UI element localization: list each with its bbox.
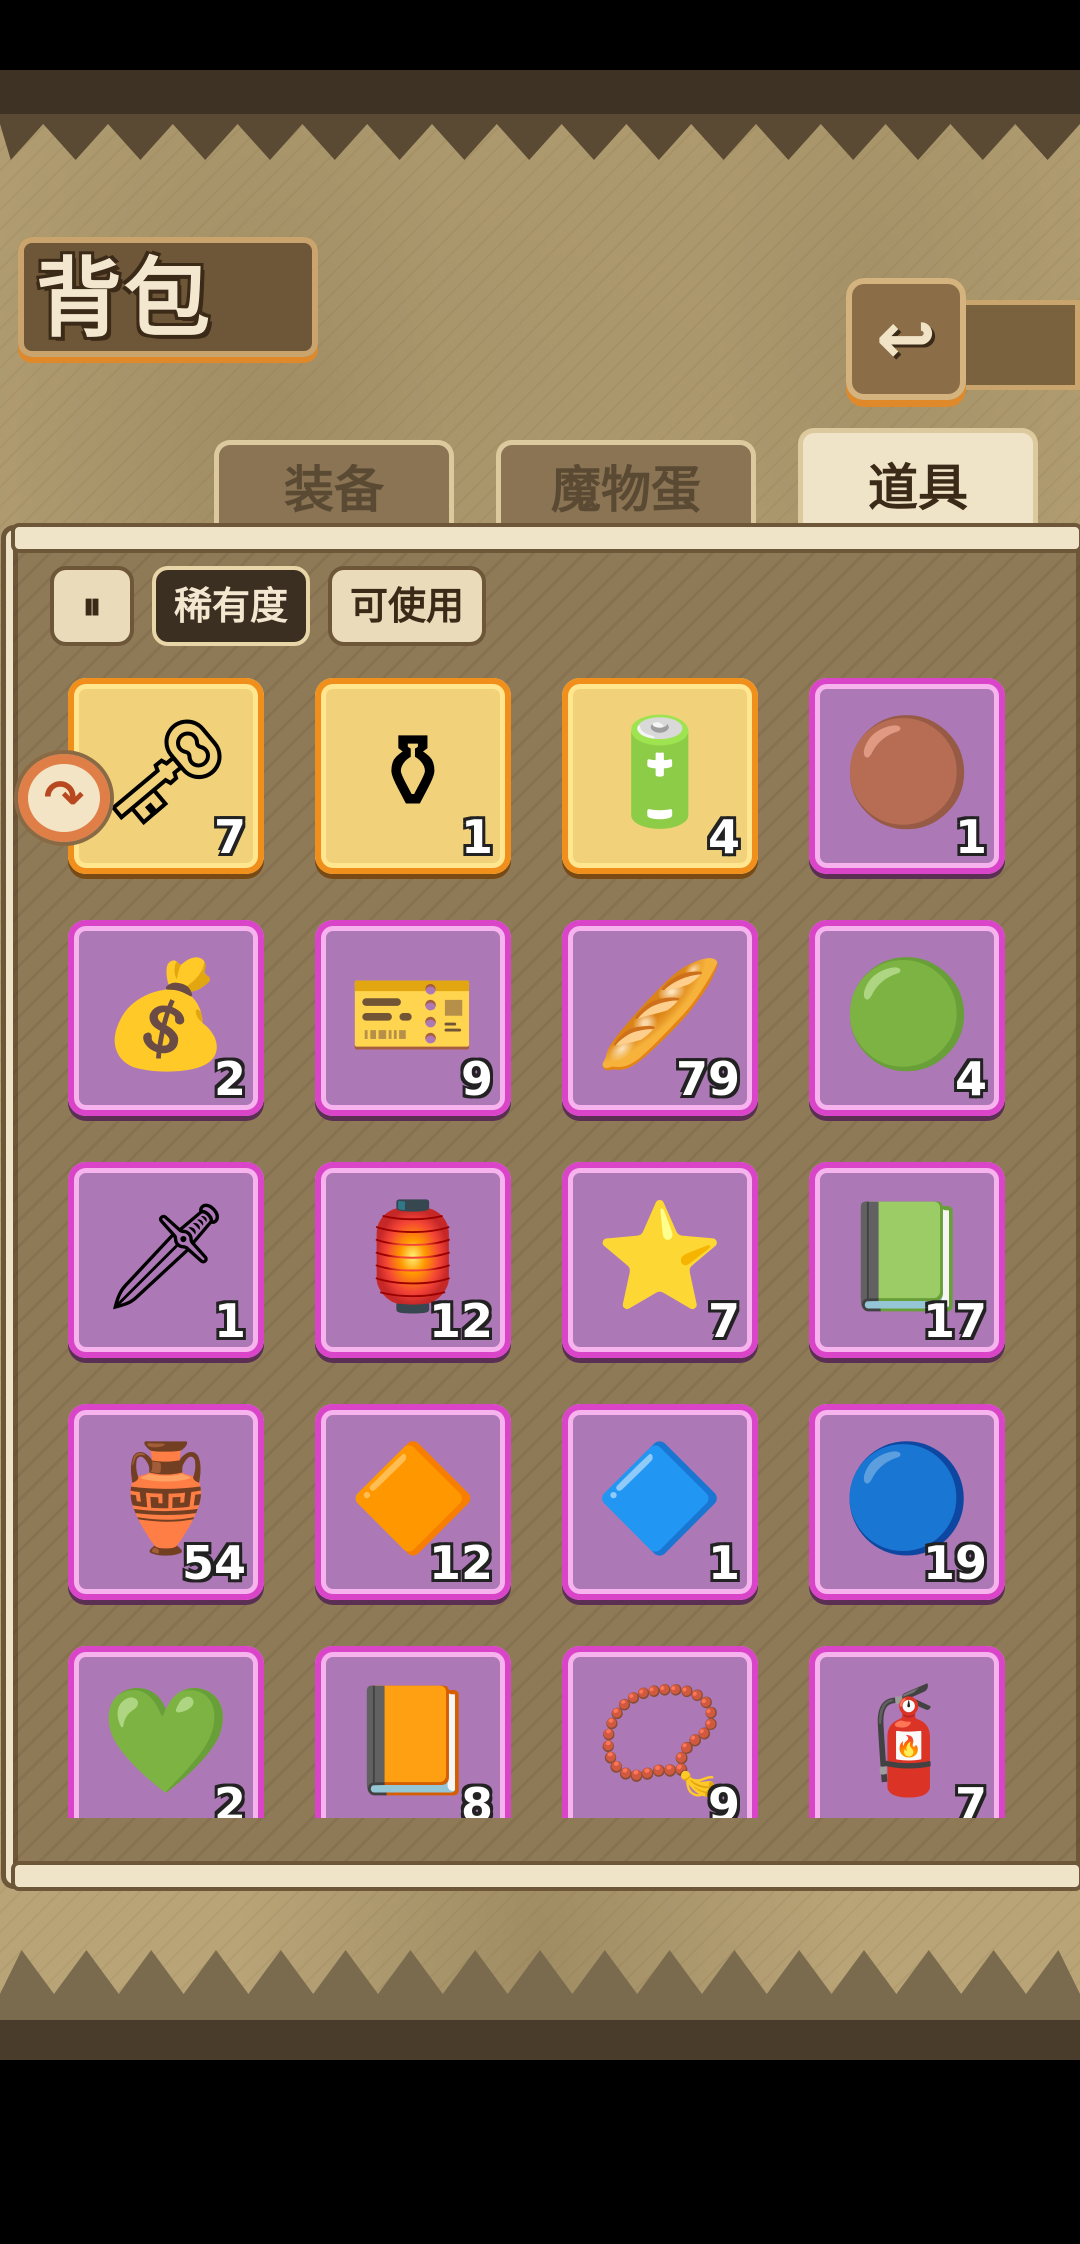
- item-grid: 🗝 7 ⚱ 1 🔋 4 🟤 1 💰 2 🎫 9 🥖 79 🟢 4 🗡 1 🏮 12 ⭐ 7 📗 17 🏺 54 🔶 12 🔷 1 🔵 19 💚 2…: [68, 678, 1012, 1818]
- item-count: 7: [213, 810, 246, 864]
- item-count: 8: [460, 1778, 493, 1818]
- usable-filter-button[interactable]: 可使用: [328, 566, 486, 646]
- tab-monster-eggs[interactable]: 魔物蛋: [496, 440, 756, 533]
- item-slot[interactable]: 📗 17: [809, 1162, 1005, 1358]
- item-count: 54: [181, 1536, 246, 1590]
- item-slot[interactable]: 🏺 54: [68, 1404, 264, 1600]
- item-count: 1: [213, 1294, 246, 1348]
- item-count: 9: [707, 1778, 740, 1818]
- item-slot[interactable]: 🎫 9: [315, 920, 511, 1116]
- item-slot[interactable]: 🟢 4: [809, 920, 1005, 1116]
- tab-items-label: 道具: [868, 458, 968, 517]
- sort-toggle-button[interactable]: ⏸: [50, 566, 134, 646]
- item-count: 12: [428, 1536, 493, 1590]
- item-slot[interactable]: 🟤 1: [809, 678, 1005, 874]
- item-slot[interactable]: 🔷 1: [562, 1404, 758, 1600]
- item-count: 19: [922, 1536, 987, 1590]
- item-slot[interactable]: 🔵 19: [809, 1404, 1005, 1600]
- top-border-strip: [0, 70, 1080, 114]
- item-count: 7: [707, 1294, 740, 1348]
- item-count: 17: [922, 1294, 987, 1348]
- item-count: 2: [213, 1778, 246, 1818]
- item-slot[interactable]: 🏮 12: [315, 1162, 511, 1358]
- page-title: 背包: [36, 248, 212, 349]
- item-count: 1: [460, 810, 493, 864]
- item-slot[interactable]: 🧯 7: [809, 1646, 1005, 1818]
- back-button-rail: [960, 300, 1080, 390]
- tab-equipment-label: 装备: [284, 460, 384, 519]
- panel-rail-bottom: [11, 1861, 1080, 1891]
- item-count: 2: [213, 1052, 246, 1106]
- side-drawer-handle[interactable]: ↷: [14, 750, 114, 846]
- bottom-border-strip: [0, 2020, 1080, 2060]
- item-slot[interactable]: 🔋 4: [562, 678, 758, 874]
- rarity-filter-button[interactable]: 稀有度: [152, 566, 310, 646]
- item-count: 4: [707, 810, 740, 864]
- tab-monster-eggs-label: 魔物蛋: [551, 460, 701, 519]
- rotate-arrow-icon: ↷: [43, 770, 85, 826]
- item-slot[interactable]: 📙 8: [315, 1646, 511, 1818]
- item-slot[interactable]: 💚 2: [68, 1646, 264, 1818]
- panel-rail-top: [11, 523, 1080, 553]
- item-slot[interactable]: ⚱ 1: [315, 678, 511, 874]
- item-count: 7: [954, 1778, 987, 1818]
- item-count: 12: [428, 1294, 493, 1348]
- back-button[interactable]: ↩: [846, 278, 966, 400]
- item-slot[interactable]: 🗡 1: [68, 1162, 264, 1358]
- item-count: 4: [954, 1052, 987, 1106]
- item-slot[interactable]: ⭐ 7: [562, 1162, 758, 1358]
- item-slot[interactable]: 🔶 12: [315, 1404, 511, 1600]
- sort-icon: ⏸: [82, 584, 102, 628]
- item-count: 9: [460, 1052, 493, 1106]
- item-count: 1: [954, 810, 987, 864]
- rarity-filter-label: 稀有度: [173, 584, 288, 628]
- item-slot[interactable]: 📿 9: [562, 1646, 758, 1818]
- item-count: 79: [675, 1052, 740, 1106]
- tab-equipment[interactable]: 装备: [214, 440, 454, 533]
- usable-filter-label: 可使用: [349, 584, 464, 628]
- tab-bar: 装备 魔物蛋 道具: [14, 428, 1066, 543]
- item-slot[interactable]: 💰 2: [68, 920, 264, 1116]
- item-count: 1: [707, 1536, 740, 1590]
- back-icon: ↩: [875, 296, 937, 380]
- item-slot[interactable]: 🥖 79: [562, 920, 758, 1116]
